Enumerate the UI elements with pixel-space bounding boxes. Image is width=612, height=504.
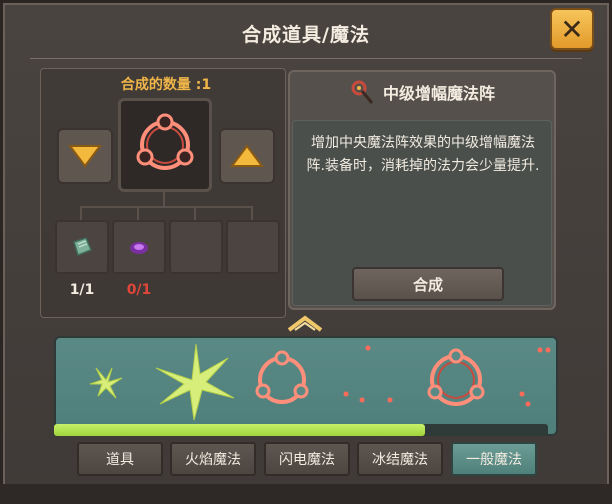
connector-line bbox=[194, 206, 196, 220]
connector-line bbox=[80, 206, 82, 220]
increase-quantity-button[interactable] bbox=[219, 128, 275, 184]
gallery-scrollbar[interactable] bbox=[54, 424, 548, 436]
decrease-quantity-button[interactable] bbox=[57, 128, 113, 184]
item-gallery bbox=[54, 336, 558, 436]
close-icon: ✕ bbox=[560, 12, 584, 46]
item-description: 增加中央魔法阵效果的中级增幅魔法阵.装备时，消耗掉的法力会少量提升. bbox=[306, 135, 540, 174]
ingredient-slot-3[interactable] bbox=[169, 220, 223, 274]
ingredient-slot-4[interactable] bbox=[226, 220, 280, 274]
title-divider bbox=[30, 58, 582, 59]
tab-items[interactable]: 道具 bbox=[77, 442, 163, 476]
tab-ice-magic[interactable]: 冰结魔法 bbox=[357, 442, 443, 476]
connector-line bbox=[80, 206, 252, 208]
small-star-icon[interactable] bbox=[89, 367, 123, 399]
bottom-strip bbox=[0, 484, 612, 504]
purple-orb-icon bbox=[130, 242, 148, 254]
info-header: 中级增幅魔法阵 bbox=[288, 74, 556, 110]
ingredient-slot-1[interactable] bbox=[55, 220, 109, 274]
triangle-up-icon bbox=[230, 144, 264, 167]
triangle-down-icon bbox=[68, 145, 102, 168]
large-star-icon[interactable] bbox=[155, 343, 235, 421]
staff-icon bbox=[351, 80, 374, 104]
magic-circle-icon bbox=[136, 113, 194, 170]
tab-lightning-magic[interactable]: 闪电魔法 bbox=[264, 442, 350, 476]
ember-dots-icon bbox=[343, 345, 393, 403]
connector-line bbox=[251, 206, 253, 220]
result-slot[interactable] bbox=[118, 98, 212, 192]
magic-circle-large-icon[interactable] bbox=[427, 348, 485, 406]
scrollbar-thumb[interactable] bbox=[54, 424, 425, 436]
tab-fire-magic[interactable]: 火焰魔法 bbox=[170, 442, 256, 476]
ingredient-slot-2[interactable] bbox=[112, 220, 166, 274]
quantity-label: 合成的数量 :1 bbox=[120, 77, 212, 93]
ingredient-count-2: 0/1 bbox=[126, 282, 152, 298]
chevron-up-icon[interactable] bbox=[287, 314, 323, 332]
parchment-icon bbox=[73, 237, 92, 256]
compose-button[interactable]: 合成 bbox=[352, 267, 504, 301]
title-bar: 合成道具/魔法 bbox=[18, 12, 594, 54]
window-title: 合成道具/魔法 bbox=[242, 23, 370, 46]
connector-line bbox=[137, 206, 139, 220]
ember-dots-icon bbox=[519, 347, 551, 407]
tab-general-magic[interactable]: 一般魔法 bbox=[451, 442, 537, 476]
connector-line bbox=[163, 192, 165, 206]
close-button[interactable]: ✕ bbox=[550, 8, 594, 50]
magic-circle-icon[interactable] bbox=[255, 350, 309, 404]
ingredient-count-1: 1/1 bbox=[69, 282, 95, 298]
item-title: 中级增幅魔法阵 bbox=[382, 84, 495, 103]
